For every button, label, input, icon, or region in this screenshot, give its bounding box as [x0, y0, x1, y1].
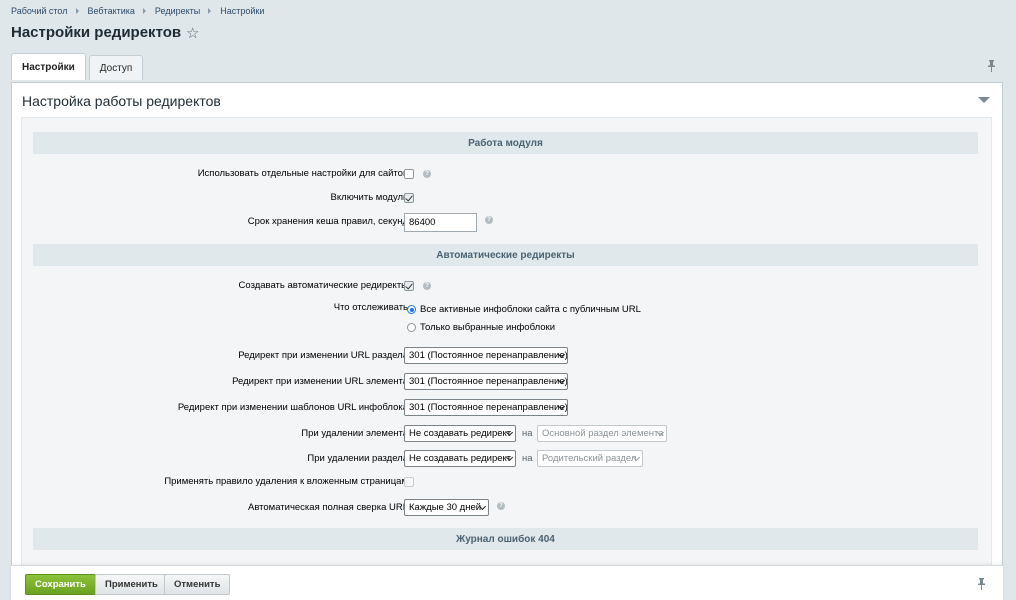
- delete-element-label: При удалении элемента: [301, 428, 408, 439]
- cache-ttl-input[interactable]: [404, 213, 477, 232]
- template-url-select[interactable]: 301 (Постоянное перенаправление): [404, 399, 568, 416]
- delete-element-select[interactable]: Не создавать редирект: [404, 425, 516, 442]
- enable-module-label: Включить модуль: [330, 192, 408, 203]
- breadcrumb-item-redirects[interactable]: Редиректы: [155, 6, 200, 16]
- element-url-select-value: 301 (Постоянное перенаправление): [409, 376, 568, 387]
- settings-panel: Настройка работы редиректов Работа модул…: [11, 82, 1003, 577]
- delete-element-select-value: Не создавать редирект: [409, 428, 512, 439]
- section-header-log404: Журнал ошибок 404: [33, 528, 978, 550]
- full-check-select-value: Каждые 30 дней: [409, 502, 482, 513]
- breadcrumb-item-settings[interactable]: Настройки: [220, 6, 264, 16]
- cache-ttl-label: Срок хранения кеша правил, секунд: [247, 216, 408, 227]
- on-label: на: [522, 428, 533, 439]
- track-all-radio[interactable]: [407, 305, 416, 314]
- help-icon[interactable]: ?: [423, 282, 431, 290]
- settings-form: Работа модуля Использовать отдельные нас…: [21, 117, 992, 577]
- element-url-label: Редирект при изменении URL элемента: [232, 376, 408, 387]
- cancel-button[interactable]: Отменить: [164, 574, 231, 595]
- panel-title: Настройка работы редиректов: [22, 93, 221, 109]
- template-url-select-value: 301 (Постоянное перенаправление): [409, 402, 568, 413]
- full-check-label: Автоматическая полная сверка URL: [247, 502, 408, 513]
- template-url-label: Редирект при изменении шаблонов URL инфо…: [177, 402, 408, 413]
- delete-section-select[interactable]: Не создавать редирект: [404, 450, 516, 467]
- on-label: на: [522, 453, 533, 464]
- create-auto-label: Создавать автоматические редиректы: [238, 280, 408, 291]
- page-title: Настройки редиректов: [11, 24, 182, 41]
- section-header-module: Работа модуля: [33, 132, 978, 154]
- breadcrumb-separator-icon: [208, 8, 212, 14]
- tab-access[interactable]: Доступ: [88, 55, 144, 80]
- tab-settings[interactable]: Настройки: [11, 53, 86, 80]
- track-selected-radio[interactable]: [407, 323, 416, 332]
- help-icon[interactable]: ?: [497, 502, 505, 510]
- create-auto-checkbox[interactable]: [404, 281, 414, 291]
- track-label: Что отслеживать: [333, 302, 408, 313]
- apply-button[interactable]: Применить: [95, 574, 168, 595]
- save-button[interactable]: Сохранить: [25, 574, 96, 595]
- section-url-select-value: 301 (Постоянное перенаправление): [409, 350, 568, 361]
- star-icon[interactable]: ☆: [186, 25, 199, 42]
- tab-bar: Настройки Доступ: [11, 53, 146, 80]
- full-check-select[interactable]: Каждые 30 дней: [404, 499, 489, 516]
- section-url-label: Редирект при изменении URL раздела: [238, 350, 408, 361]
- help-icon[interactable]: ?: [423, 170, 431, 178]
- breadcrumb: Рабочий стол Вебтактика Редиректы Настро…: [11, 6, 264, 16]
- delete-section-target-select[interactable]: Родительский раздел: [537, 450, 643, 467]
- element-url-select[interactable]: 301 (Постоянное перенаправление): [404, 373, 568, 390]
- collapse-arrow-icon[interactable]: [978, 97, 990, 103]
- track-selected-option-label[interactable]: Только выбранные инфоблоки: [420, 322, 555, 333]
- apply-nested-label: Применять правило удаления к вложенным с…: [164, 476, 408, 487]
- section-url-select[interactable]: 301 (Постоянное перенаправление): [404, 347, 568, 364]
- delete-section-select-value: Не создавать редирект: [409, 453, 512, 464]
- breadcrumb-separator-icon: [75, 8, 79, 14]
- breadcrumb-separator-icon: [142, 8, 146, 14]
- separate-settings-checkbox[interactable]: [404, 169, 414, 179]
- pin-icon[interactable]: [987, 60, 996, 75]
- enable-module-checkbox[interactable]: [404, 193, 414, 203]
- delete-section-target-value: Родительский раздел: [542, 453, 637, 464]
- delete-element-target-select[interactable]: Основной раздел элемента: [537, 425, 667, 442]
- breadcrumb-item-desktop[interactable]: Рабочий стол: [11, 6, 68, 16]
- apply-nested-checkbox[interactable]: [404, 477, 414, 487]
- breadcrumb-item-webtaktika[interactable]: Вебтактика: [88, 6, 135, 16]
- track-all-option-label[interactable]: Все активные инфоблоки сайта с публичным…: [420, 304, 641, 315]
- help-icon[interactable]: ?: [485, 216, 493, 224]
- section-header-auto: Автоматические редиректы: [33, 244, 978, 266]
- delete-element-target-value: Основной раздел элемента: [542, 428, 664, 439]
- footer-toolbar: Сохранить Применить Отменить: [11, 565, 1003, 600]
- pin-icon[interactable]: [977, 578, 986, 593]
- delete-section-label: При удалении раздела: [307, 453, 408, 464]
- separate-settings-label: Использовать отдельные настройки для сай…: [197, 168, 408, 179]
